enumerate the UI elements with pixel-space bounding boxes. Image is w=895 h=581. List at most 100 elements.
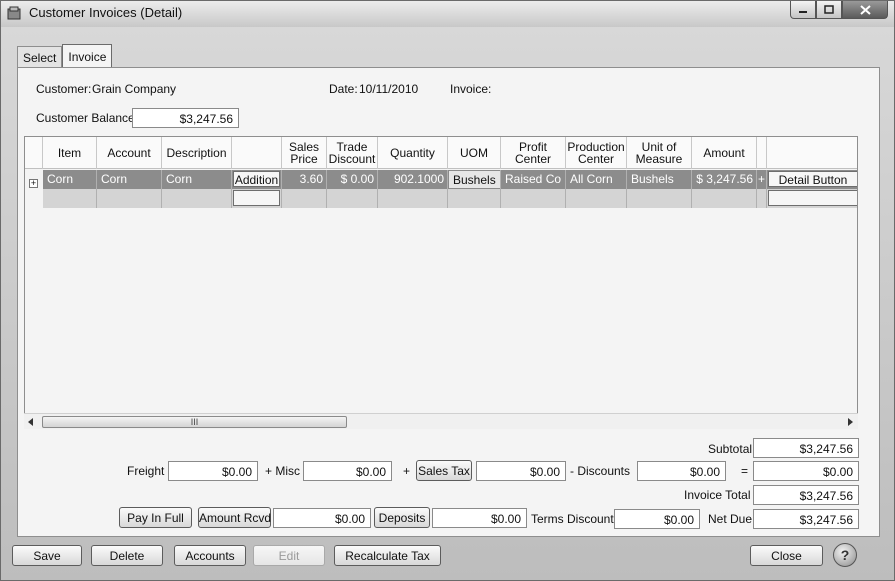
freight-field[interactable]: $0.00 — [168, 461, 258, 481]
amount-rcvd-button[interactable]: Amount Rcvd — [198, 507, 271, 528]
col-addition[interactable] — [232, 137, 282, 169]
maximize-button[interactable] — [816, 1, 842, 19]
invoice-panel: Customer: Grain Company Date: 10/11/2010… — [17, 67, 880, 537]
app-icon — [7, 6, 21, 20]
cell-item[interactable]: Corn — [43, 170, 97, 189]
grid-horizontal-scrollbar[interactable]: III — [24, 413, 858, 429]
cell-unit-of-measure[interactable]: Bushels — [627, 170, 692, 189]
subtotal-label: Subtotal — [708, 442, 753, 456]
title-bar: Customer Invoices (Detail) — [1, 1, 894, 27]
uom-dropdown[interactable]: Bushels — [448, 170, 500, 189]
new-addition-button[interactable] — [233, 190, 280, 206]
misc-label: + Misc — [265, 464, 301, 478]
cell-description[interactable]: Corn — [162, 170, 232, 189]
scroll-left-icon[interactable] — [28, 418, 34, 426]
invoice-label: Invoice: — [450, 82, 492, 96]
new-cell-description[interactable] — [162, 189, 232, 208]
scroll-right-icon[interactable] — [848, 418, 854, 426]
detail-button[interactable]: Detail Button — [768, 171, 857, 187]
new-row[interactable] — [43, 189, 857, 208]
table-row[interactable]: Corn Corn Corn Addition 3.60 $ 0.00 902.… — [43, 170, 857, 189]
window-title: Customer Invoices (Detail) — [29, 5, 183, 20]
edit-button[interactable]: Edit — [253, 545, 325, 566]
new-cell-uom[interactable] — [448, 189, 501, 208]
customer-value: Grain Company — [92, 82, 177, 96]
sales-tax-button[interactable]: Sales Tax — [416, 460, 472, 481]
discounts-label: - Discounts — [570, 464, 631, 478]
col-trade-discount[interactable]: Trade Discount — [327, 137, 378, 169]
new-cell-quantity[interactable] — [378, 189, 448, 208]
addition-button[interactable]: Addition — [233, 171, 280, 187]
header-indicator — [25, 137, 43, 169]
col-item[interactable]: Item — [43, 137, 97, 169]
new-cell-plus[interactable] — [757, 189, 767, 208]
new-cell-amount[interactable] — [692, 189, 757, 208]
tab-invoice[interactable]: Invoice — [62, 44, 113, 68]
save-button[interactable]: Save — [12, 545, 82, 566]
new-cell-item[interactable] — [43, 189, 97, 208]
new-cell-detail — [767, 189, 857, 208]
help-icon: ? — [840, 547, 850, 563]
help-button[interactable]: ? — [833, 543, 857, 567]
row-expand-icon[interactable]: + — [29, 179, 38, 188]
sales-tax-field[interactable]: $0.00 — [476, 461, 566, 481]
new-detail-button[interactable] — [768, 190, 857, 206]
close-icon — [859, 4, 871, 15]
cell-quantity[interactable]: 902.1000 — [378, 170, 448, 189]
close-window-button[interactable] — [842, 1, 888, 19]
net-due-label: Net Due — [708, 512, 753, 526]
col-production-center[interactable]: Production Center — [566, 137, 627, 169]
accounts-button[interactable]: Accounts — [174, 545, 246, 566]
date-label: Date: — [329, 82, 358, 96]
cell-plus[interactable]: + — [757, 170, 767, 189]
delete-button[interactable]: Delete — [91, 545, 163, 566]
tab-select[interactable]: Select — [17, 46, 63, 68]
new-cell-unit-of-measure[interactable] — [627, 189, 692, 208]
new-cell-trade-discount[interactable] — [327, 189, 378, 208]
invoice-total-label: Invoice Total — [684, 488, 751, 502]
col-uom[interactable]: UOM — [448, 137, 501, 169]
col-quantity[interactable]: Quantity — [378, 137, 448, 169]
col-sales-price[interactable]: Sales Price — [282, 137, 327, 169]
cell-account[interactable]: Corn — [97, 170, 162, 189]
new-cell-account[interactable] — [97, 189, 162, 208]
grid-header: Item Account Description Sales Price Tra… — [25, 137, 857, 169]
pay-in-full-button[interactable]: Pay In Full — [119, 507, 192, 528]
cell-trade-discount[interactable]: $ 0.00 — [327, 170, 378, 189]
subtotal-field[interactable]: $3,247.56 — [753, 438, 859, 458]
close-button[interactable]: Close — [750, 545, 823, 566]
amount-rcvd-field[interactable]: $0.00 — [273, 508, 371, 528]
deposits-field[interactable]: $0.00 — [432, 508, 527, 528]
maximize-icon — [824, 5, 834, 14]
equals-field[interactable]: $0.00 — [753, 461, 859, 481]
new-cell-production-center[interactable] — [566, 189, 627, 208]
col-amount[interactable]: Amount — [692, 137, 757, 169]
col-account[interactable]: Account — [97, 137, 162, 169]
customer-balance-field[interactable]: $3,247.56 — [132, 108, 239, 128]
scroll-thumb[interactable]: III — [42, 416, 347, 428]
cell-amount[interactable]: $ 3,247.56 — [692, 170, 757, 189]
cell-detail: Detail Button — [767, 170, 857, 189]
terms-discount-label: Terms Discount — [531, 512, 614, 526]
new-cell-profit-center[interactable] — [501, 189, 566, 208]
cell-uom: Bushels — [448, 170, 501, 189]
col-unit-of-measure[interactable]: Unit of Measure — [627, 137, 692, 169]
invoice-total-field[interactable]: $3,247.56 — [753, 485, 859, 505]
minimize-button[interactable] — [790, 1, 816, 19]
net-due-field[interactable]: $3,247.56 — [753, 509, 859, 529]
cell-profit-center[interactable]: Raised Co — [501, 170, 566, 189]
misc-field[interactable]: $0.00 — [303, 461, 392, 481]
deposits-button[interactable]: Deposits — [374, 507, 430, 528]
cell-production-center[interactable]: All Corn — [566, 170, 627, 189]
invoice-lines-grid: Item Account Description Sales Price Tra… — [24, 136, 858, 429]
cell-sales-price[interactable]: 3.60 — [282, 170, 327, 189]
new-cell-sales-price[interactable] — [282, 189, 327, 208]
terms-discount-field[interactable]: $0.00 — [614, 509, 700, 529]
col-description[interactable]: Description — [162, 137, 232, 169]
col-profit-center[interactable]: Profit Center — [501, 137, 566, 169]
recalculate-tax-button[interactable]: Recalculate Tax — [334, 545, 441, 566]
date-value: 10/11/2010 — [359, 82, 419, 96]
discounts-field[interactable]: $0.00 — [637, 461, 726, 481]
col-detail — [767, 137, 857, 169]
col-spacer — [757, 137, 767, 169]
